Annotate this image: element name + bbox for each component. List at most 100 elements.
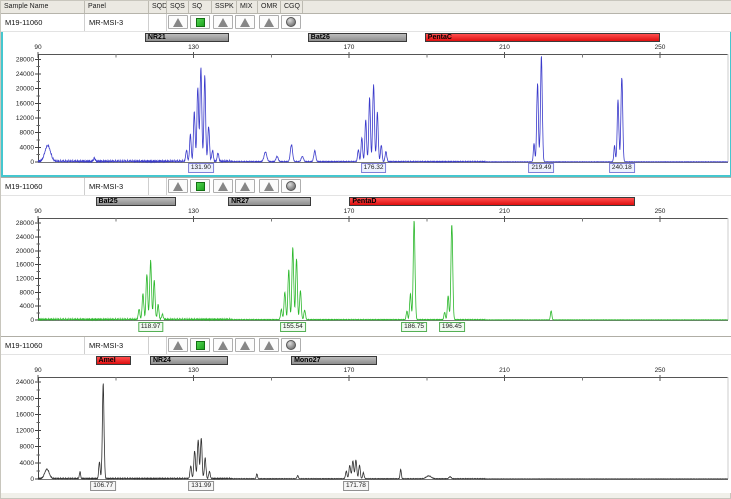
y-axis-tick-label: 12000 [16, 275, 34, 282]
peak-size-label[interactable]: 171.78 [343, 481, 369, 491]
panel-name: MR-MSI-3 [85, 178, 149, 195]
y-axis-tick-label: 8000 [20, 289, 35, 296]
x-axis-scale: 90130170210250 [1, 366, 731, 375]
electropherogram-trace [38, 56, 728, 162]
peak-size-label[interactable]: 219.49 [528, 163, 554, 173]
y-axis-tick-label: 0 [30, 476, 34, 483]
y-axis-tick-label: 0 [30, 317, 34, 324]
msi-analysis-window: Sample NamePanelSQDSQSSQSSPKMIXOMRCGQ M1… [0, 0, 731, 499]
y-axis-tick-label: 16000 [16, 262, 34, 269]
flag-sqs-button[interactable] [168, 179, 188, 193]
marker-pentac[interactable]: PentaC [425, 33, 660, 42]
sample-row-header[interactable]: M19-11060MR-MSI-3 [1, 337, 731, 355]
peak-size-label[interactable]: 196.45 [439, 322, 465, 332]
flag-omr-button[interactable] [259, 338, 279, 352]
y-axis-tick-label: 8000 [20, 444, 35, 451]
peak-size-label[interactable]: 176.32 [361, 163, 387, 173]
green-square-icon [196, 182, 205, 191]
column-header-omr: OMR [258, 1, 281, 13]
column-header-panel: Panel [85, 1, 149, 13]
flag-cgq-button[interactable] [281, 338, 301, 352]
column-header-sqs: SQS [167, 1, 189, 13]
panel-name: MR-MSI-3 [85, 337, 149, 354]
electropherogram-panel-2: M19-11060MR-MSI-3Bat25NR27PentaD90130170… [1, 177, 731, 336]
flag-cgq-button[interactable] [281, 15, 301, 29]
triangle-icon [240, 18, 250, 27]
column-header-sqd: SQD [149, 1, 167, 13]
y-axis-tick-label: 4000 [20, 303, 35, 310]
marker-pentad[interactable]: PentaD [349, 197, 634, 206]
flag-omr-button[interactable] [259, 179, 279, 193]
column-header-cgq: CGQ [281, 1, 303, 13]
y-axis-tick-label: 24000 [16, 71, 34, 78]
peak-size-label[interactable]: 106.77 [90, 481, 116, 491]
x-axis-tick-label: 90 [34, 44, 41, 51]
peak-size-label[interactable]: 118.97 [138, 322, 163, 332]
panel-name: MR-MSI-3 [85, 14, 149, 31]
sample-name: M19-11060 [1, 337, 85, 354]
x-axis-tick-label: 130 [188, 44, 199, 51]
marker-bat26[interactable]: Bat26 [308, 33, 408, 42]
flag-cgq-button[interactable] [281, 179, 301, 193]
x-axis-tick-label: 210 [499, 367, 510, 374]
sample-row-header[interactable]: M19-11060MR-MSI-3 [1, 14, 731, 32]
triangle-icon [264, 341, 274, 350]
marker-nr21[interactable]: NR21 [145, 33, 229, 42]
y-axis-tick-label: 20000 [16, 395, 34, 402]
x-axis-tick-label: 170 [344, 44, 355, 51]
y-axis-tick-label: 8000 [20, 130, 35, 137]
flag-sqs-button[interactable] [168, 15, 188, 29]
marker-row: Bat25 NR27 PentaD [1, 196, 731, 207]
triangle-icon [218, 341, 228, 350]
flag-sqs-button[interactable] [168, 338, 188, 352]
sample-row-header[interactable]: M19-11060MR-MSI-3 [1, 178, 731, 196]
y-axis-tick-label: 12000 [16, 115, 34, 122]
x-axis-scale: 90130170210250 [1, 207, 731, 216]
peak-size-label[interactable]: 240.18 [609, 163, 635, 173]
triangle-icon [173, 341, 183, 350]
trace-plot[interactable]: 2800024000200001600012000800040000 [1, 216, 731, 337]
column-header-sspk: SSPK [212, 1, 237, 13]
triangle-icon [264, 18, 274, 27]
triangle-icon [240, 341, 250, 350]
column-header-sample-name: Sample Name [1, 1, 85, 13]
electropherogram-trace [38, 384, 728, 479]
peak-size-label[interactable]: 155.54 [280, 322, 306, 332]
x-axis-tick-label: 130 [188, 208, 199, 215]
flag-sspk-button[interactable] [213, 15, 233, 29]
flag-omr-button[interactable] [259, 15, 279, 29]
marker-nr27[interactable]: NR27 [228, 197, 311, 206]
flag-sq-button[interactable] [190, 179, 210, 193]
triangle-icon [240, 182, 250, 191]
x-axis-tick-label: 250 [655, 208, 666, 215]
marker-amel[interactable]: Amel [96, 356, 131, 365]
y-axis-tick-label: 0 [30, 159, 34, 166]
y-axis-tick-label: 20000 [16, 86, 34, 93]
sphere-icon [286, 340, 296, 350]
marker-nr24[interactable]: NR24 [150, 356, 228, 365]
flag-sq-button[interactable] [190, 338, 210, 352]
trace-plot[interactable]: 2800024000200001600012000800040000 [1, 52, 731, 178]
marker-mono27[interactable]: Mono27 [291, 356, 377, 365]
x-axis-tick-label: 170 [344, 367, 355, 374]
flag-sq-button[interactable] [190, 15, 210, 29]
peak-size-label[interactable]: 186.75 [401, 322, 427, 332]
x-axis-tick-label: 210 [499, 44, 510, 51]
peak-size-label[interactable]: 131.90 [188, 163, 214, 173]
trace-plot[interactable]: 24000200001600012000800040000 [1, 375, 731, 494]
triangle-icon [173, 18, 183, 27]
flag-sspk-button[interactable] [213, 179, 233, 193]
marker-row: Amel NR24 Mono27 [1, 355, 731, 366]
sample-name: M19-11060 [1, 178, 85, 195]
marker-bat25[interactable]: Bat25 [96, 197, 176, 206]
flag-mix-button[interactable] [235, 15, 255, 29]
y-axis-tick-label: 12000 [16, 428, 34, 435]
sqd-cell [149, 14, 167, 31]
peak-size-label[interactable]: 131.99 [188, 481, 214, 491]
column-header-sq: SQ [189, 1, 212, 13]
flag-sspk-button[interactable] [213, 338, 233, 352]
sphere-icon [286, 181, 296, 191]
flag-mix-button[interactable] [235, 179, 255, 193]
x-axis-tick-label: 90 [34, 208, 41, 215]
flag-mix-button[interactable] [235, 338, 255, 352]
